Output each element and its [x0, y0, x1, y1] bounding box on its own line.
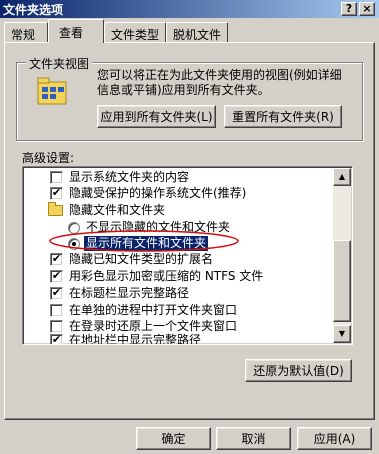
tab-file-types[interactable]: 文件类型 — [104, 22, 166, 43]
scroll-up-icon[interactable]: ▲ — [333, 168, 351, 186]
advanced-settings-label: 高级设置: — [22, 151, 75, 165]
item-label: 在标题栏显示完整路径 — [69, 286, 190, 300]
checkbox[interactable]: ✔ — [50, 287, 63, 300]
list-item: 隐藏文件和文件夹 — [23, 202, 335, 219]
list-item[interactable]: ✔ 在地址栏中显示完整路径 — [23, 332, 335, 345]
list-item[interactable]: 显示系统文件夹的内容 — [23, 169, 335, 186]
checkbox[interactable]: ✔ — [50, 334, 63, 344]
folder-views-description: 您可以将正在为此文件夹使用的视图(例如详细 信息或平铺)应用到所有文件夹。 — [97, 68, 342, 98]
item-label: 在地址栏中显示完整路径 — [69, 333, 202, 345]
description-line-1: 您可以将正在为此文件夹使用的视图(例如详细 — [97, 68, 342, 82]
restore-defaults-button[interactable]: 还原为默认值(D) — [245, 359, 352, 382]
advanced-settings-tree[interactable]: 显示系统文件夹的内容 ✔ 隐藏受保护的操作系统文件(推荐) 隐藏文件和文件夹 不… — [22, 166, 353, 345]
item-label: 隐藏已知文件类型的扩展名 — [69, 252, 214, 266]
checkbox[interactable]: ✔ — [50, 187, 63, 200]
checkbox[interactable] — [50, 304, 63, 317]
close-button[interactable]: × — [359, 2, 375, 16]
item-label: 在单独的进程中打开文件夹窗口 — [69, 303, 238, 317]
list-item[interactable]: 在单独的进程中打开文件夹窗口 — [23, 302, 335, 319]
item-label: 用彩色显示加密或压缩的 NTFS 文件 — [69, 269, 264, 283]
item-label: 显示系统文件夹的内容 — [69, 170, 190, 184]
title-bar: 文件夹选项 ? × — [0, 0, 379, 18]
checkbox[interactable]: ✔ — [50, 270, 63, 283]
apply-button[interactable]: 应用(A) — [297, 427, 372, 450]
list-item[interactable]: ✔ 用彩色显示加密或压缩的 NTFS 文件 — [23, 268, 335, 285]
folder-views-icon — [37, 77, 67, 105]
vertical-scrollbar[interactable]: ▲ ▼ — [333, 168, 351, 343]
apply-to-all-folders-button[interactable]: 应用到所有文件夹(L) — [97, 105, 216, 128]
tab-offline-files[interactable]: 脱机文件 — [166, 22, 228, 43]
scroll-thumb[interactable] — [333, 240, 351, 322]
folder-views-title: 文件夹视图 — [26, 55, 93, 72]
cancel-button[interactable]: 取消 — [216, 427, 291, 450]
window-title: 文件夹选项 — [3, 2, 64, 17]
reset-all-folders-button[interactable]: 重置所有文件夹(R) — [224, 105, 342, 128]
list-item[interactable]: ✔ 隐藏受保护的操作系统文件(推荐) — [23, 185, 335, 202]
ok-button[interactable]: 确定 — [136, 427, 211, 450]
tab-general[interactable]: 常规 — [4, 22, 48, 43]
checkbox[interactable] — [50, 171, 63, 184]
annotation-ellipse — [49, 230, 239, 252]
tab-view[interactable]: 查看 — [48, 19, 104, 43]
list-item[interactable]: ✔ 在标题栏显示完整路径 — [23, 285, 335, 302]
checkbox[interactable]: ✔ — [50, 253, 63, 266]
help-button[interactable]: ? — [341, 2, 357, 16]
description-line-2: 信息或平铺)应用到所有文件夹。 — [97, 83, 270, 97]
item-label: 隐藏文件和文件夹 — [69, 203, 166, 217]
item-label: 隐藏受保护的操作系统文件(推荐) — [69, 186, 247, 200]
scroll-down-icon[interactable]: ▼ — [333, 325, 351, 343]
folder-icon — [48, 202, 63, 216]
